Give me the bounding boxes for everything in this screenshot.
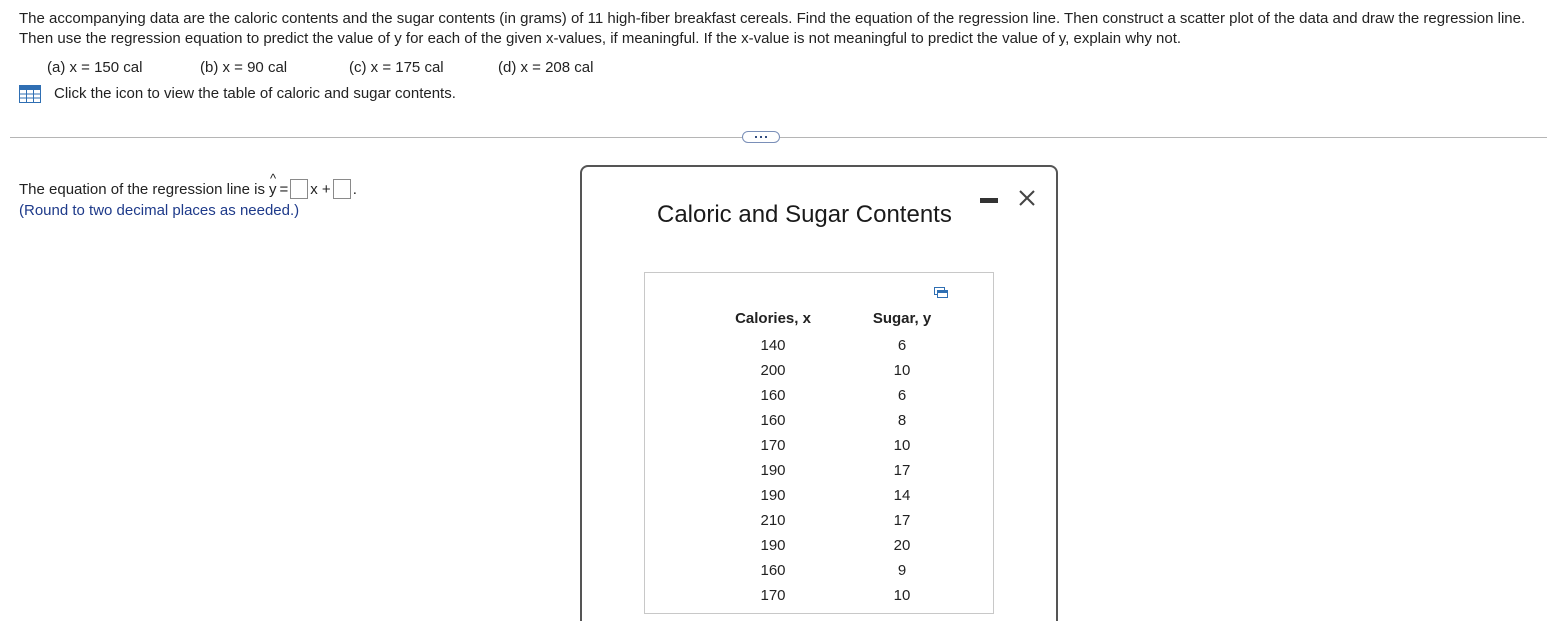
question-parts: (a) x = 150 cal (b) x = 90 cal (c) x = 1… — [19, 58, 719, 78]
sugar-cell: 10 — [893, 362, 911, 379]
table-row: 210 17 — [713, 508, 971, 533]
calories-cell: 190 — [760, 537, 786, 554]
table-row: 190 14 — [713, 483, 971, 508]
sugar-cell: 10 — [893, 587, 911, 604]
sugar-cell: 6 — [897, 387, 907, 404]
calories-cell: 160 — [760, 412, 786, 429]
sugar-cell: 8 — [897, 412, 907, 429]
table-row: 160 9 — [713, 558, 971, 583]
regression-equation: The equation of the regression line is y… — [19, 171, 357, 201]
y-hat-symbol: y — [269, 171, 277, 198]
calories-sugar-table: Calories, x Sugar, y 140 6 200 10 160 6 … — [713, 303, 971, 608]
sugar-cell: 17 — [893, 512, 911, 529]
calories-cell: 190 — [760, 462, 786, 479]
view-table-link[interactable]: Click the icon to view the table of calo… — [19, 83, 456, 105]
table-grid-icon[interactable] — [19, 85, 41, 103]
minimize-icon[interactable] — [980, 198, 998, 203]
calories-cell: 160 — [760, 387, 786, 404]
part-d: (d) x = 208 cal — [498, 59, 594, 76]
question-block: The accompanying data are the caloric co… — [19, 9, 1539, 103]
data-table-popup: Caloric and Sugar Contents Calories, x S… — [580, 165, 1058, 621]
part-a: (a) x = 150 cal — [47, 59, 143, 76]
calories-cell: 210 — [760, 512, 786, 529]
intercept-input[interactable] — [332, 179, 351, 199]
table-panel: Calories, x Sugar, y 140 6 200 10 160 6 … — [644, 272, 994, 614]
page: The accompanying data are the caloric co… — [0, 0, 1547, 621]
equals-sign: = — [279, 180, 289, 198]
sugar-cell: 10 — [893, 437, 911, 454]
calories-cell: 170 — [760, 587, 786, 604]
sugar-cell: 20 — [893, 537, 911, 554]
sugar-cell: 9 — [897, 562, 907, 579]
calories-cell: 170 — [760, 437, 786, 454]
table-row: 170 10 — [713, 433, 971, 458]
table-row: 160 6 — [713, 383, 971, 408]
x-plus-label: x + — [310, 180, 331, 198]
equation-prefix: The equation of the regression line is — [19, 180, 265, 198]
close-icon[interactable] — [1016, 187, 1038, 209]
calories-cell: 160 — [760, 562, 786, 579]
slope-input[interactable] — [290, 179, 309, 199]
table-row: 170 10 — [713, 583, 971, 608]
part-b: (b) x = 90 cal — [200, 59, 288, 76]
answer-block: The equation of the regression line is y… — [19, 171, 357, 220]
more-dots-icon[interactable] — [742, 131, 780, 143]
equation-period: . — [352, 180, 357, 198]
sugar-cell: 17 — [893, 462, 911, 479]
table-row: 200 10 — [713, 358, 971, 383]
sugar-cell: 14 — [893, 487, 911, 504]
header-sugar: Sugar, y — [872, 309, 932, 327]
rounding-hint: (Round to two decimal places as needed.) — [19, 202, 300, 219]
question-text: The accompanying data are the caloric co… — [19, 10, 1526, 47]
view-table-link-label[interactable]: Click the icon to view the table of calo… — [54, 84, 456, 104]
table-row: 160 8 — [713, 408, 971, 433]
sugar-cell: 6 — [897, 337, 907, 354]
table-row: 190 17 — [713, 458, 971, 483]
calories-cell: 190 — [760, 487, 786, 504]
table-header-row: Calories, x Sugar, y — [713, 303, 971, 333]
part-c: (c) x = 175 cal — [349, 59, 444, 76]
header-calories: Calories, x — [735, 309, 811, 327]
calories-cell: 140 — [760, 337, 786, 354]
table-row: 190 20 — [713, 533, 971, 558]
copy-icon[interactable] — [934, 287, 948, 299]
calories-cell: 200 — [760, 362, 786, 379]
table-row: 140 6 — [713, 333, 971, 358]
popup-title: Caloric and Sugar Contents — [657, 201, 952, 228]
